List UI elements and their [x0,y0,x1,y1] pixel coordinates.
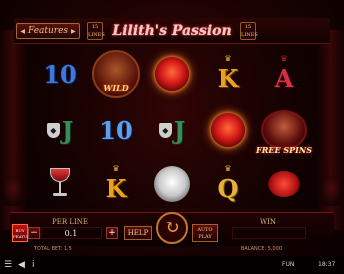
symbol-flaming-heart [144,48,200,100]
clock: 18:37 [318,261,336,268]
lips-icon [268,171,300,197]
symbol-white-rose [144,158,200,210]
buy-feature-button[interactable]: BUY FEATURE [12,224,33,242]
symbol-king: ♛ K [105,164,127,203]
lines-badge-left: 15 LINES [87,22,105,40]
symbol-free-spins: FREE SPINS [256,104,312,156]
symbol-king: ♛ K [217,54,239,93]
info-icon[interactable]: i [32,259,35,271]
game-title: Lilith's Passion [112,23,232,39]
symbol-queen: ♛ Q [217,164,239,203]
right-gargoyle [320,176,342,206]
symbol-goblet [32,158,88,210]
left-gargoyle [2,176,24,206]
free-spins-portrait-icon [261,110,307,150]
triangle-left-icon: ◀ [20,27,25,35]
spin-button[interactable]: ↻ [156,212,188,244]
shield-icon: ◆ [158,122,172,138]
win-value [232,227,306,239]
help-button[interactable]: HELP [124,226,152,240]
win-label: WIN [259,218,277,226]
shield-icon: ◆ [46,122,60,138]
status-bar: ☰ ◀ i FUN 18:37 [0,256,344,274]
bet-decrease-button[interactable]: − [28,227,40,239]
balance: BALANCE: 5,000 [240,246,282,252]
crown-icon: ♛ [224,54,232,63]
mode-label: FUN [282,261,295,268]
wild-portrait-icon: WILD [92,50,140,98]
goblet-icon [48,168,72,200]
symbol-jack: ◆ J [144,104,200,156]
symbol-flaming-heart [200,104,256,156]
symbol-wild: WILD [88,48,144,100]
lines-badge-right: 15 LINES [240,22,258,40]
total-bet: TOTAL BET: 1.5 [34,246,72,252]
crown-icon: ♛ [112,164,120,173]
autoplay-button[interactable]: AUTO PLAY [192,224,218,242]
features-label: Features [27,26,69,36]
per-line-value: 0.1 [40,227,102,239]
symbol-lips [256,158,312,210]
bet-increase-button[interactable]: + [106,227,118,239]
symbol-ace: ♛ A [274,54,294,93]
slot-game-stage: ◀ Features ▶ 15 LINES Lilith's Passion 1… [0,0,344,274]
symbol-ten: 10 [99,115,133,145]
symbol-jack: ◆ J [32,104,88,156]
crown-icon: ♛ [224,164,232,173]
triangle-right-icon: ▶ [71,27,76,35]
per-line-label: PER LINE [52,218,88,226]
menu-icon[interactable]: ☰ [4,259,12,271]
spin-icon: ↻ [164,217,180,238]
crown-icon: ♛ [280,54,288,63]
symbol-ten: 10 [43,59,77,89]
sound-icon[interactable]: ◀ [18,259,25,271]
flaming-heart-icon [211,113,245,147]
free-spins-label: FREE SPINS [256,145,312,155]
features-button[interactable]: ◀ Features ▶ [16,23,80,39]
flaming-heart-icon [155,57,189,91]
info-bar: TOTAL BET: 1.5 BALANCE: 5,000 [26,245,318,254]
white-rose-icon [154,166,190,202]
wild-label: WILD [103,83,129,93]
